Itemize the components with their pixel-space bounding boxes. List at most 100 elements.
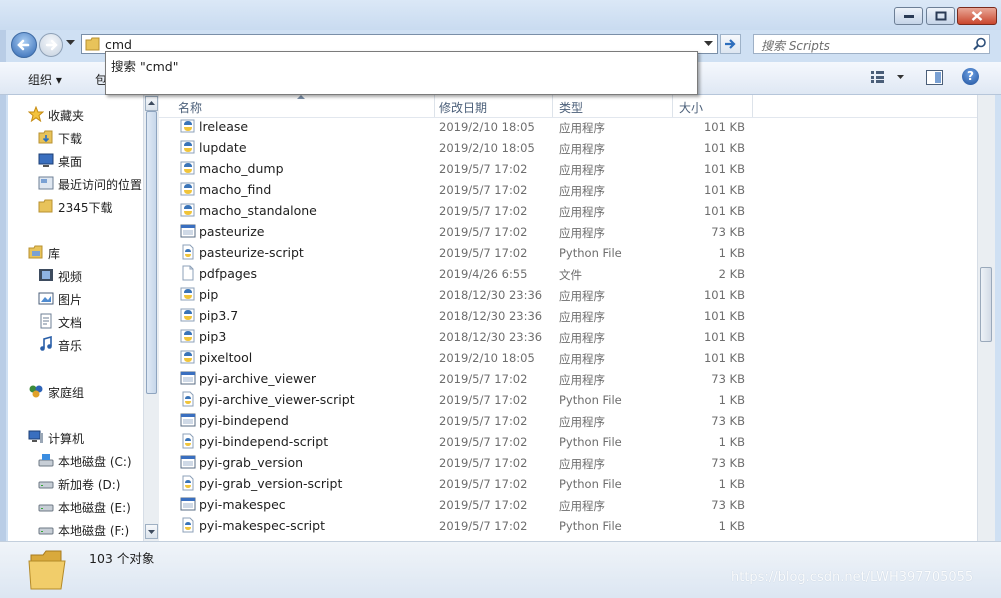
file-date: 2019/2/10 18:05 xyxy=(439,120,535,134)
column-header-name[interactable]: 名称 xyxy=(178,99,202,116)
python-exe-icon xyxy=(180,328,196,344)
scroll-up-button[interactable] xyxy=(145,96,158,111)
drive-icon xyxy=(38,504,54,512)
file-list: 名称 修改日期 类型 大小 lrelease 2019/2/10 18:05 应用程… xyxy=(159,95,977,541)
file-type: Python File xyxy=(559,519,622,533)
file-list-scrollbar[interactable] xyxy=(977,95,995,541)
nav-label: 音乐 xyxy=(58,339,83,353)
pictures-library-icon xyxy=(38,292,54,305)
chevron-up-icon xyxy=(148,101,155,105)
details-pane: 103 个对象 https://blog.csdn.net/LWH3977050… xyxy=(0,541,1001,598)
maximize-button[interactable] xyxy=(926,7,955,25)
file-date: 2019/5/7 17:02 xyxy=(439,204,528,218)
go-button[interactable] xyxy=(720,34,741,54)
recent-pages-dropdown-icon[interactable] xyxy=(66,40,75,46)
file-size: 73 KB xyxy=(711,498,745,512)
file-row[interactable]: macho_find 2019/5/7 17:02 应用程序 101 KB xyxy=(159,179,977,200)
file-row[interactable]: macho_standalone 2019/5/7 17:02 应用程序 101 KB xyxy=(159,200,977,221)
scrollbar-thumb[interactable] xyxy=(146,111,157,394)
address-input[interactable]: cmd xyxy=(105,37,132,52)
column-divider[interactable] xyxy=(552,95,553,117)
search-suggestion[interactable]: 搜索 "cmd" xyxy=(111,56,178,75)
column-header-size[interactable]: 大小 xyxy=(679,99,703,116)
file-name: pyi-makespec xyxy=(199,497,286,512)
file-name: lrelease xyxy=(199,119,249,134)
file-row[interactable]: macho_dump 2019/5/7 17:02 应用程序 101 KB xyxy=(159,158,977,179)
column-divider[interactable] xyxy=(434,95,435,117)
file-row[interactable]: lupdate 2019/2/10 18:05 应用程序 101 KB xyxy=(159,137,977,158)
column-header-type[interactable]: 类型 xyxy=(559,99,583,116)
file-row[interactable]: pdfpages 2019/4/26 6:55 文件 2 KB xyxy=(159,263,977,284)
file-size: 1 KB xyxy=(718,393,745,407)
file-type: 文件 xyxy=(559,268,582,282)
file-name: macho_dump xyxy=(199,161,284,176)
file-row[interactable]: pyi-grab_version 2019/5/7 17:02 应用程序 73 KB xyxy=(159,452,977,473)
file-date: 2019/5/7 17:02 xyxy=(439,246,528,260)
file-row[interactable]: pasteurize-script 2019/5/7 17:02 Python Fi… xyxy=(159,242,977,263)
file-type: 应用程序 xyxy=(559,310,605,324)
file-row[interactable]: pyi-bindepend-script 2019/5/7 17:02 Python… xyxy=(159,431,977,452)
file-type: Python File xyxy=(559,393,622,407)
file-name: pyi-grab_version xyxy=(199,455,304,470)
file-row[interactable]: pasteurize 2019/5/7 17:02 应用程序 73 KB xyxy=(159,221,977,242)
file-row[interactable]: pyi-makespec-script 2019/5/7 17:02 Python … xyxy=(159,515,977,536)
file-row[interactable]: pyi-grab_version-script 2019/5/7 17:02 Pyt… xyxy=(159,473,977,494)
column-divider[interactable] xyxy=(752,95,753,117)
file-name: pyi-archive_viewer-script xyxy=(199,392,355,407)
preview-pane-button[interactable] xyxy=(926,70,943,88)
file-name: pyi-bindepend xyxy=(199,413,289,428)
help-button[interactable]: ? xyxy=(962,68,979,85)
minimize-button[interactable] xyxy=(894,7,923,25)
file-type: 应用程序 xyxy=(559,142,605,156)
file-row[interactable]: pyi-makespec 2019/5/7 17:02 应用程序 73 KB xyxy=(159,494,977,515)
file-name: lupdate xyxy=(199,140,247,155)
column-divider[interactable] xyxy=(672,95,673,117)
forward-button[interactable] xyxy=(39,33,63,57)
file-row[interactable]: lrelease 2019/2/10 18:05 应用程序 101 KB xyxy=(159,116,977,137)
file-row[interactable]: pyi-archive_viewer 2019/5/7 17:02 应用程序 73 K… xyxy=(159,368,977,389)
nav-label: 桌面 xyxy=(58,155,83,169)
navigation-pane: 收藏夹 下载 桌面 最近访问的位置 2345下载 库 视频 图片 文档 音乐 家… xyxy=(8,95,143,541)
file-type: 应用程序 xyxy=(559,373,605,387)
file-type: Python File xyxy=(559,246,622,260)
nav-label: 本地磁盘 (C:) xyxy=(58,455,132,469)
file-size: 101 KB xyxy=(703,162,745,176)
close-button[interactable] xyxy=(957,7,997,25)
file-row[interactable]: pip3 2018/12/30 23:36 应用程序 101 KB xyxy=(159,326,977,347)
file-row[interactable]: pip 2018/12/30 23:36 应用程序 101 KB xyxy=(159,284,977,305)
nav-label: 图片 xyxy=(58,293,83,307)
folder-icon xyxy=(38,199,53,213)
sort-ascending-icon xyxy=(297,95,305,99)
column-header-date[interactable]: 修改日期 xyxy=(439,99,487,116)
nav-label: 库 xyxy=(48,247,61,261)
file-name: pixeltool xyxy=(199,350,253,365)
file-name: pip xyxy=(199,287,219,302)
scrollbar-thumb[interactable] xyxy=(980,267,992,342)
window-exe-icon xyxy=(180,496,196,512)
organize-button[interactable]: 组织 ▾ xyxy=(28,71,62,88)
file-type: 应用程序 xyxy=(559,352,605,366)
search-box[interactable]: 搜索 Scripts xyxy=(753,34,990,54)
arrow-right-icon xyxy=(45,39,58,51)
file-name: pdfpages xyxy=(199,266,258,281)
file-row[interactable]: pyi-archive_viewer-script 2019/5/7 17:02 P… xyxy=(159,389,977,410)
address-dropdown-icon[interactable] xyxy=(704,41,713,47)
file-row[interactable]: pixeltool 2019/2/10 18:05 应用程序 101 KB xyxy=(159,347,977,368)
file-name: pyi-grab_version-script xyxy=(199,476,343,491)
file-row[interactable]: pip3.7 2018/12/30 23:36 应用程序 101 KB xyxy=(159,305,977,326)
file-name: pyi-bindepend-script xyxy=(199,434,329,449)
preview-pane-icon xyxy=(926,70,943,85)
window-border xyxy=(0,30,6,597)
python-exe-icon xyxy=(180,139,196,155)
nav-label: 收藏夹 xyxy=(48,109,85,123)
back-button[interactable] xyxy=(11,32,37,58)
search-icon[interactable] xyxy=(973,37,987,51)
navigation-scrollbar[interactable] xyxy=(143,95,159,541)
file-row[interactable]: pyi-bindepend 2019/5/7 17:02 应用程序 73 KB xyxy=(159,410,977,431)
file-date: 2019/5/7 17:02 xyxy=(439,393,528,407)
scroll-down-button[interactable] xyxy=(145,524,158,539)
homegroup-icon xyxy=(29,385,43,398)
nav-label: 视频 xyxy=(58,270,83,284)
change-view-button[interactable] xyxy=(871,71,905,86)
search-input[interactable]: 搜索 Scripts xyxy=(761,37,830,54)
